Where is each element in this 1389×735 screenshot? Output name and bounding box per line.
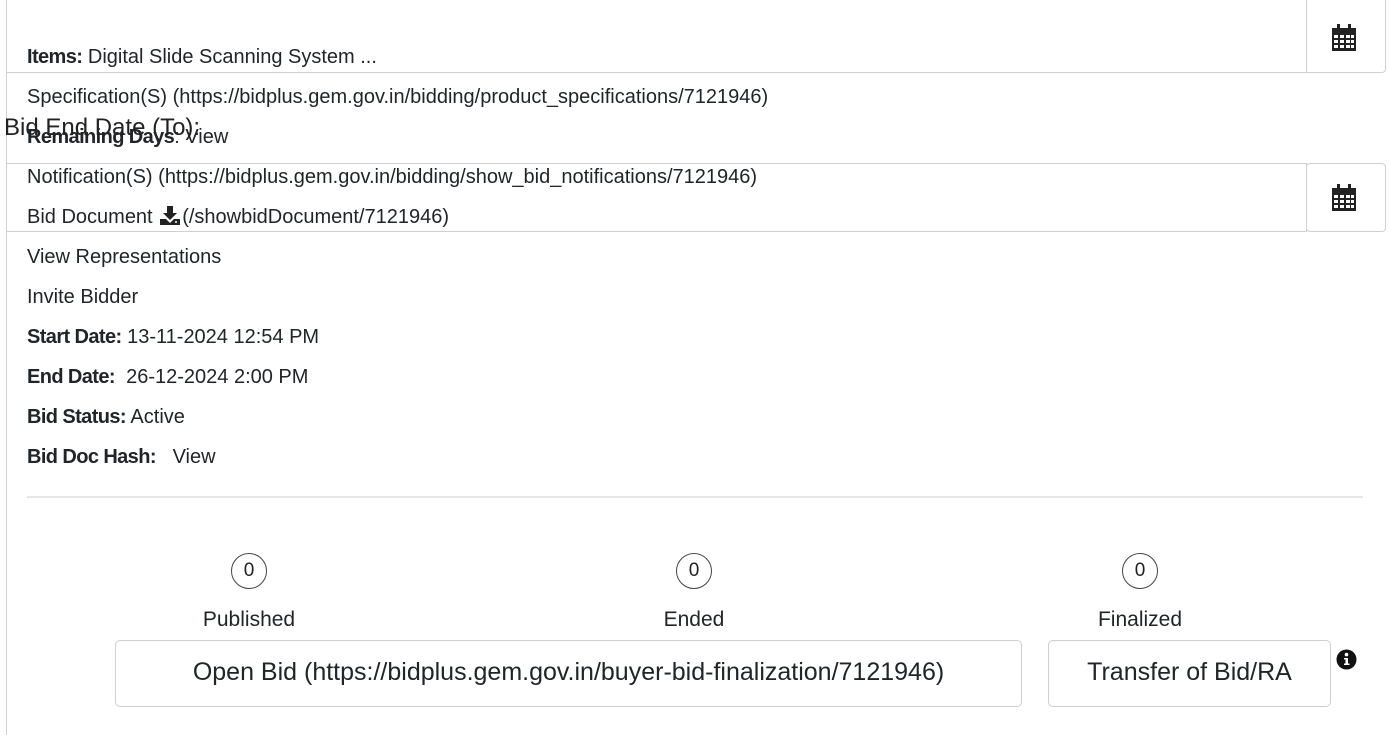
remaining-days-label: Remaining Days xyxy=(27,126,175,148)
bid-status-row: Bid Status: Active xyxy=(27,405,185,429)
published-label: Published xyxy=(202,608,296,631)
bid-doc-hash-view-link[interactable]: View xyxy=(173,446,216,468)
bid-doc-hash-label: Bid Doc Hash: xyxy=(27,446,156,468)
calendar-icon[interactable] xyxy=(1331,184,1357,212)
invite-bidder-link[interactable]: Invite Bidder xyxy=(27,285,138,309)
info-circle-icon[interactable] xyxy=(1336,649,1357,675)
calendar-icon[interactable] xyxy=(1331,24,1357,52)
finalized-count-badge: 0 xyxy=(1122,553,1158,589)
open-bid-button[interactable]: Open Bid (https://bidplus.gem.gov.in/buy… xyxy=(115,640,1022,707)
end-date-row: End Date: 26-12-2024 2:00 PM xyxy=(27,365,308,389)
bid-doc-hash-row: Bid Doc Hash: View xyxy=(27,445,216,469)
remaining-days-value[interactable]: : View xyxy=(174,126,228,148)
finalized-label: Finalized xyxy=(1097,608,1183,631)
end-date-label: End Date: xyxy=(27,366,116,388)
remaining-days-row: Remaining Days: View xyxy=(27,125,228,149)
items-value: Digital Slide Scanning System ... xyxy=(87,46,377,68)
panel-left-border xyxy=(6,0,7,735)
download-icon xyxy=(160,206,181,231)
end-date-value: 26-12-2024 2:00 PM xyxy=(126,366,309,388)
view-representations-link[interactable]: View Representations xyxy=(27,245,221,269)
items-row: Items: Digital Slide Scanning System ... xyxy=(27,45,377,69)
bid-document-link[interactable]: (/showbidDocument/7121946) xyxy=(182,206,449,228)
published-count-badge: 0 xyxy=(231,553,267,589)
start-date-value: 13-11-2024 12:54 PM xyxy=(127,326,320,348)
section-divider xyxy=(27,496,1363,498)
items-label: Items: xyxy=(27,46,83,68)
ended-count-badge: 0 xyxy=(676,553,712,589)
ended-label: Ended xyxy=(663,608,725,631)
notification-link[interactable]: Notification(S) (https://bidplus.gem.gov… xyxy=(27,165,757,189)
start-date-row: Start Date: 13-11-2024 12:54 PM xyxy=(27,325,319,349)
bid-status-label: Bid Status: xyxy=(27,406,127,428)
transfer-bid-ra-button[interactable]: Transfer of Bid/RA xyxy=(1048,640,1331,707)
bid-document-row[interactable]: Bid Document (/showbidDocument/7121946) xyxy=(27,205,449,231)
specification-link[interactable]: Specification(S) (https://bidplus.gem.go… xyxy=(27,85,768,109)
start-date-label: Start Date: xyxy=(27,326,122,348)
bid-document-label: Bid Document xyxy=(27,206,153,228)
bid-status-value: Active xyxy=(130,406,185,428)
